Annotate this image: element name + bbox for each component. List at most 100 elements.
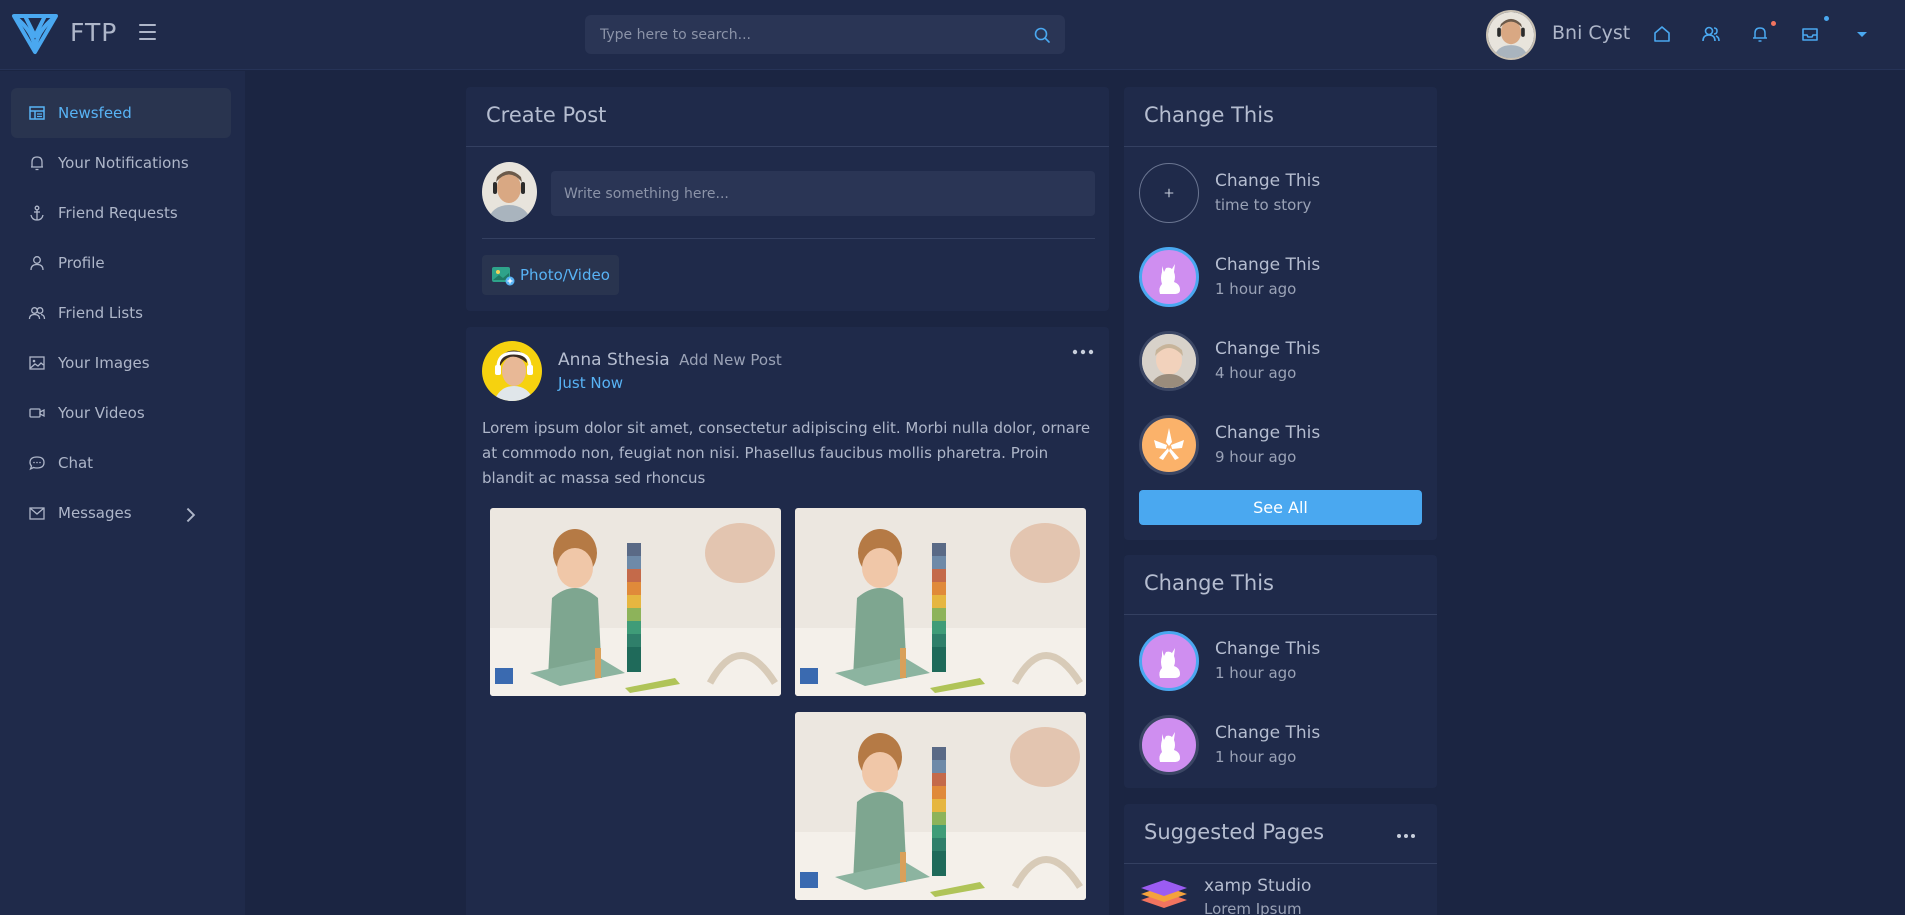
chevron-right-icon[interactable] (181, 506, 199, 524)
sidebar-item-label: Chat (58, 454, 94, 472)
story-item[interactable]: Change This 4 hour ago (1139, 331, 1429, 393)
notification-dot (1771, 21, 1776, 26)
sidebar-item-videos[interactable]: Your Videos (11, 388, 231, 438)
top-bar: FTP Bni Cyst (0, 0, 1905, 70)
search-input[interactable] (585, 15, 1025, 54)
inbox-icon[interactable] (1800, 24, 1820, 44)
anchor-icon (30, 205, 44, 221)
user-icon (30, 256, 44, 271)
post-author-avatar[interactable] (482, 341, 542, 401)
sidebar-item-images[interactable]: Your Images (11, 338, 231, 388)
user-name[interactable]: Bni Cyst (1552, 22, 1630, 44)
photo-video-button[interactable]: Photo/Video (482, 255, 619, 295)
child-playing-photo (490, 508, 781, 696)
item-time: 1 hour ago (1215, 664, 1297, 682)
story-time: 1 hour ago (1215, 280, 1297, 298)
post-author-line: Anna Sthesia Add New Post (558, 350, 782, 370)
friends-icon[interactable] (1701, 24, 1721, 44)
suggested-pages-title: Suggested Pages (1144, 820, 1325, 844)
cat-avatar (1139, 247, 1199, 307)
menu-toggle-icon[interactable] (139, 24, 156, 40)
sidebar-item-label: Messages (58, 504, 132, 522)
search-icon[interactable] (1033, 26, 1051, 44)
photo-video-label: Photo/Video (520, 266, 610, 284)
post-action: Add New Post (679, 351, 782, 369)
sidebar-item-label: Friend Requests (58, 204, 178, 222)
leaf-avatar (1139, 415, 1199, 475)
mail-icon (29, 507, 45, 520)
divider (1124, 146, 1437, 147)
sidebar-item-label: Your Images (58, 354, 150, 372)
message-dot (1824, 16, 1829, 21)
bell-icon[interactable] (1750, 24, 1770, 44)
story-item[interactable]: Change This 9 hour ago (1139, 415, 1429, 477)
add-story-icon[interactable] (1139, 163, 1199, 223)
newsfeed-icon (29, 106, 45, 120)
layers-logo-icon (1141, 880, 1187, 908)
change-this-title: Change This (1144, 571, 1274, 595)
caret-down-icon[interactable] (1855, 24, 1869, 44)
search-box (585, 15, 1065, 54)
more-options-icon[interactable] (1072, 349, 1094, 355)
create-post-title: Create Post (486, 103, 607, 127)
story-time: 4 hour ago (1215, 364, 1297, 382)
sidebar-item-friend-requests[interactable]: Friend Requests (11, 188, 231, 238)
see-all-button[interactable]: See All (1139, 490, 1422, 525)
cat-avatar (1139, 631, 1199, 691)
story-time: time to story (1215, 196, 1312, 214)
girl-avatar (1139, 331, 1199, 391)
page-name: xamp Studio (1204, 876, 1312, 896)
story-name: Change This (1215, 255, 1321, 275)
story-item[interactable]: Change This time to story (1139, 163, 1429, 225)
sidebar-item-notifications[interactable]: Your Notifications (11, 138, 231, 188)
post-author-name[interactable]: Anna Sthesia (558, 350, 670, 370)
post-image[interactable] (795, 712, 1086, 900)
stories-title: Change This (1144, 103, 1274, 127)
stories-card: Change This Change This time to story Ch… (1124, 87, 1437, 540)
sidebar-item-label: Profile (58, 254, 105, 272)
photo-add-icon (492, 267, 515, 286)
post-card: Anna Sthesia Add New Post Just Now Lorem… (466, 327, 1109, 915)
video-icon (29, 408, 45, 418)
sidebar-item-label: Your Videos (58, 404, 145, 422)
chat-icon (29, 456, 45, 471)
story-name: Change This (1215, 171, 1321, 191)
item-time: 1 hour ago (1215, 748, 1297, 766)
bell-icon (31, 156, 43, 171)
user-avatar[interactable] (1486, 10, 1536, 60)
list-item[interactable]: Change This 1 hour ago (1139, 715, 1429, 777)
story-name: Change This (1215, 339, 1321, 359)
post-image[interactable] (490, 508, 781, 696)
page-subtitle: Lorem Ipsum (1204, 900, 1302, 915)
post-image[interactable] (795, 508, 1086, 696)
home-icon[interactable] (1652, 24, 1672, 44)
sidebar-item-label: Your Notifications (58, 154, 189, 172)
sidebar-item-messages[interactable]: Messages (11, 488, 231, 538)
divider (1124, 863, 1437, 864)
sidebar-item-profile[interactable]: Profile (11, 238, 231, 288)
story-item[interactable]: Change This 1 hour ago (1139, 247, 1429, 309)
post-text: Lorem ipsum dolor sit amet, consectetur … (482, 419, 1091, 487)
logo-icon[interactable] (10, 12, 60, 56)
divider (482, 238, 1095, 239)
list-item[interactable]: xamp Studio Lorem Ipsum (1139, 876, 1429, 915)
item-name: Change This (1215, 639, 1321, 659)
post-time: Just Now (558, 374, 624, 392)
child-playing-photo (795, 712, 1086, 900)
post-input[interactable] (551, 171, 1095, 216)
avatar[interactable] (482, 162, 537, 222)
child-playing-photo (795, 508, 1086, 696)
sidebar: Newsfeed Your Notifications Friend Reque… (0, 71, 245, 915)
suggested-pages-card: Suggested Pages xamp Studio Lorem Ipsum (1124, 804, 1437, 915)
logo-text: FTP (70, 18, 118, 47)
sidebar-item-friend-lists[interactable]: Friend Lists (11, 288, 231, 338)
list-item[interactable]: Change This 1 hour ago (1139, 631, 1429, 693)
item-name: Change This (1215, 723, 1321, 743)
sidebar-item-chat[interactable]: Chat (11, 438, 231, 488)
divider (466, 146, 1109, 147)
sidebar-item-newsfeed[interactable]: Newsfeed (11, 88, 231, 138)
sidebar-item-label: Friend Lists (58, 304, 143, 322)
divider (1124, 614, 1437, 615)
more-options-icon[interactable] (1396, 833, 1416, 839)
story-time: 9 hour ago (1215, 448, 1297, 466)
